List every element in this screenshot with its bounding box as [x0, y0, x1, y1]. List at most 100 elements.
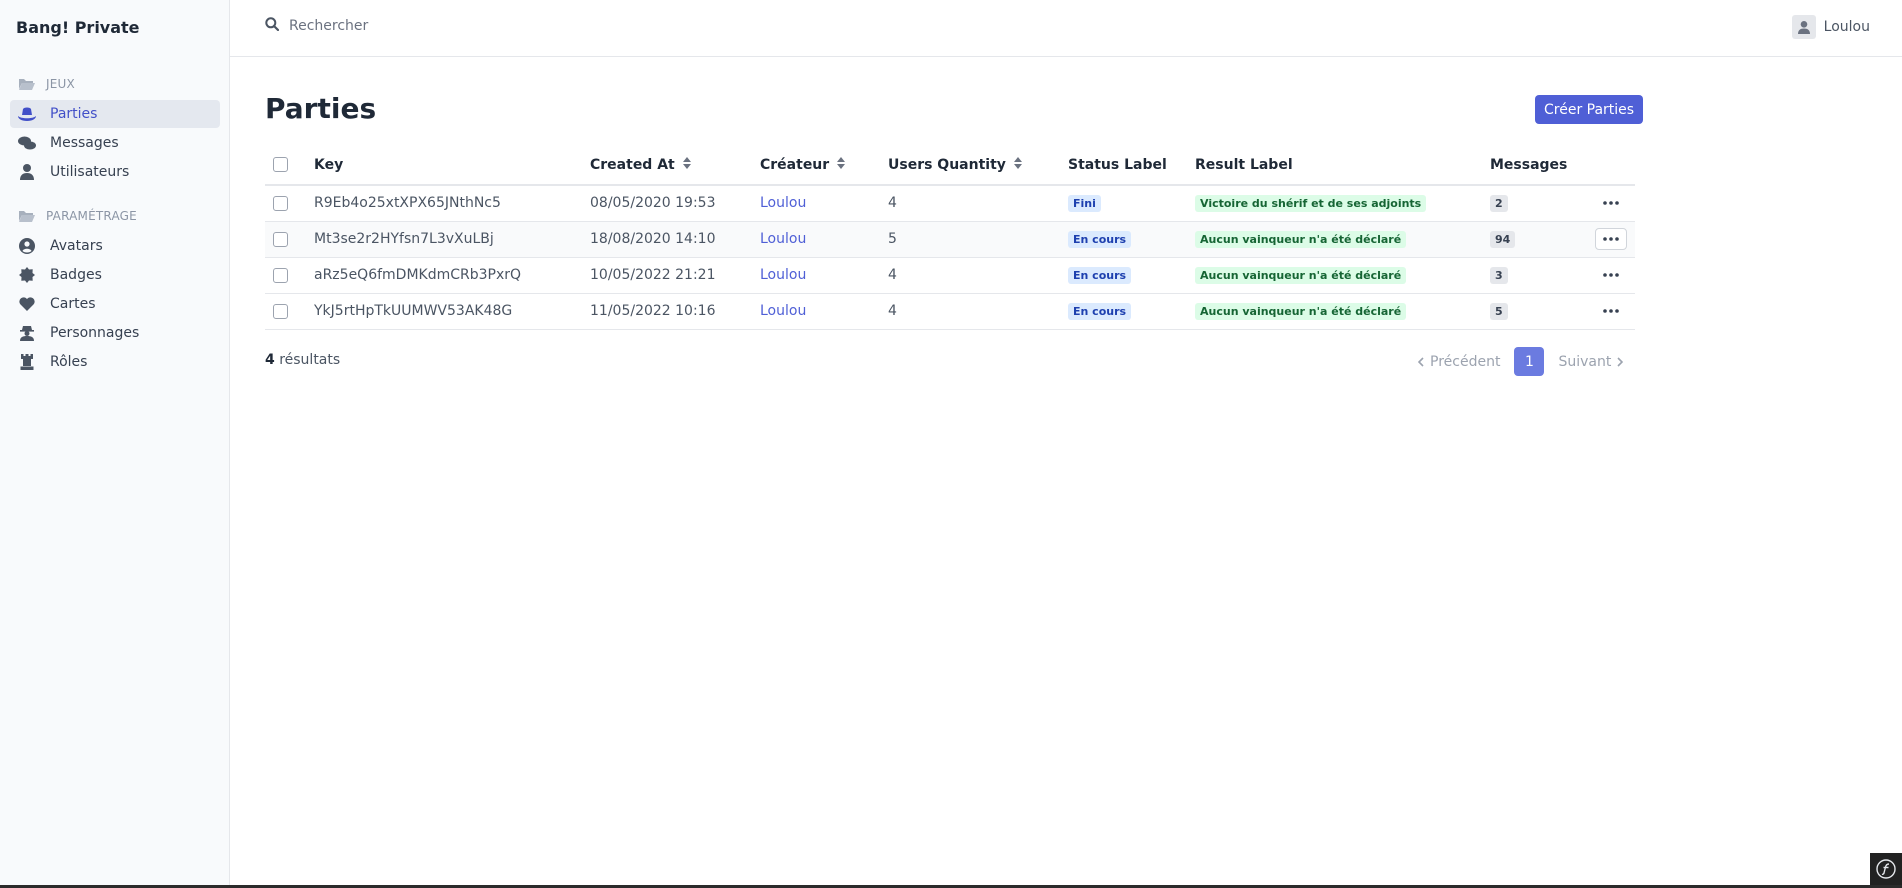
sidebar-item-label: Avatars	[50, 238, 103, 254]
symfony-toolbar-toggle[interactable]	[1870, 853, 1902, 885]
folder-open-icon	[18, 209, 36, 223]
cell-key: Mt3se2r2HYfsn7L3vXuLBj	[314, 221, 590, 258]
cell-status: En cours	[1068, 221, 1195, 258]
cell-key: aRz5eQ6fmDMKdmCRb3PxrQ	[314, 257, 590, 294]
sidebar-item-cartes[interactable]: Cartes	[10, 290, 220, 318]
sidebar-item-roles[interactable]: Rôles	[10, 348, 220, 376]
cell-messages: 5	[1490, 293, 1595, 330]
status-badge: En cours	[1068, 303, 1132, 320]
column-label: Status Label	[1068, 156, 1167, 173]
creator-link[interactable]: Loulou	[760, 303, 806, 319]
more-actions-button[interactable]	[1595, 300, 1627, 322]
cell-created-at: 11/05/2022 10:16	[590, 293, 760, 330]
sidebar-item-avatars[interactable]: Avatars	[10, 232, 220, 260]
page-1-button[interactable]: 1	[1514, 347, 1545, 376]
result-badge: Aucun vainqueur n'a été déclaré	[1195, 267, 1407, 284]
search-icon	[265, 17, 280, 35]
ellipsis-icon	[1603, 309, 1619, 313]
ellipsis-icon	[1603, 201, 1619, 206]
previous-page-button[interactable]: Précédent	[1418, 354, 1500, 370]
messages-count-badge: 2	[1490, 195, 1508, 213]
section-label: JEUX	[46, 77, 75, 91]
brand-title[interactable]: Bang! Private	[16, 18, 140, 37]
ellipsis-icon	[1603, 273, 1619, 277]
table-row[interactable]: aRz5eQ6fmDMKdmCRb3PxrQ 10/05/2022 21:21 …	[265, 257, 1635, 294]
sidebar-item-label: Messages	[50, 135, 119, 151]
sidebar-item-label: Personnages	[50, 325, 140, 341]
cell-messages: 3	[1490, 257, 1595, 294]
sidebar-item-parties[interactable]: Parties	[10, 100, 220, 128]
sidebar: Bang! Private JEUX Parties Messages Util…	[0, 0, 230, 888]
column-key: Key	[314, 145, 590, 186]
column-label: Key	[314, 156, 344, 173]
creator-link[interactable]: Loulou	[760, 267, 806, 283]
search-input[interactable]	[289, 18, 589, 34]
more-actions-button[interactable]	[1595, 192, 1627, 214]
user-menu[interactable]: Loulou	[1791, 15, 1870, 39]
search-box[interactable]	[265, 17, 589, 35]
row-select-cell	[265, 221, 314, 258]
results-count: 4 résultats	[265, 352, 340, 368]
symfony-logo-icon	[1876, 859, 1896, 879]
row-checkbox[interactable]	[273, 231, 288, 247]
table-row[interactable]: Mt3se2r2HYfsn7L3vXuLBj 18/08/2020 14:10 …	[265, 221, 1635, 258]
user-icon	[18, 163, 36, 181]
result-badge: Aucun vainqueur n'a été déclaré	[1195, 303, 1407, 320]
sidebar-item-personnages[interactable]: Personnages	[10, 319, 220, 347]
user-name: Loulou	[1823, 19, 1870, 35]
column-users-quantity[interactable]: Users Quantity	[888, 145, 1068, 186]
sidebar-item-label: Badges	[50, 267, 102, 283]
table-row[interactable]: YkJ5rtHpTkUUMWV53AK48G 11/05/2022 10:16 …	[265, 293, 1635, 330]
select-all-cell	[265, 145, 314, 186]
previous-label: Précédent	[1430, 353, 1501, 370]
cell-key: R9Eb4o25xtXPX65JNthNc5	[314, 185, 590, 222]
select-all-checkbox[interactable]	[273, 157, 288, 172]
next-page-button[interactable]: Suivant	[1558, 353, 1624, 370]
user-secret-icon	[18, 324, 36, 342]
more-actions-button[interactable]	[1595, 264, 1627, 286]
sort-icon[interactable]	[682, 156, 691, 173]
row-checkbox[interactable]	[273, 303, 288, 319]
sidebar-item-label: Utilisateurs	[50, 164, 130, 180]
column-created-at[interactable]: Created At	[590, 145, 760, 186]
cell-creator: Loulou	[760, 221, 888, 258]
chevron-left-icon	[1418, 356, 1424, 367]
results-number: 4	[265, 352, 275, 368]
column-messages: Messages	[1490, 145, 1595, 186]
chevron-right-icon	[1617, 356, 1624, 367]
row-select-cell	[265, 293, 314, 330]
cell-actions	[1595, 257, 1635, 294]
chess-rook-icon	[18, 353, 36, 371]
next-label: Suivant	[1558, 353, 1612, 370]
sort-icon[interactable]	[837, 156, 846, 173]
cell-actions	[1595, 221, 1635, 258]
status-badge: En cours	[1068, 267, 1132, 284]
table-row[interactable]: R9Eb4o25xtXPX65JNthNc5 08/05/2020 19:53 …	[265, 185, 1635, 222]
more-actions-button[interactable]	[1595, 228, 1627, 250]
cell-status: En cours	[1068, 257, 1195, 294]
row-checkbox[interactable]	[273, 195, 288, 211]
column-label: Users Quantity	[888, 156, 1006, 173]
sidebar-item-label: Parties	[50, 106, 98, 122]
creator-link[interactable]: Loulou	[760, 231, 806, 247]
sidebar-item-messages[interactable]: Messages	[10, 129, 220, 157]
row-checkbox[interactable]	[273, 267, 288, 283]
sort-icon[interactable]	[1013, 156, 1022, 173]
table-header-row: Key Created At Créateur Users Quantity S…	[265, 145, 1635, 186]
creator-link[interactable]: Loulou	[760, 195, 806, 211]
result-badge: Aucun vainqueur n'a été déclaré	[1195, 231, 1407, 248]
section-jeux: JEUX	[18, 77, 75, 91]
certificate-icon	[18, 266, 36, 284]
create-parties-button[interactable]: Créer Parties	[1535, 95, 1644, 124]
column-status-label: Status Label	[1068, 145, 1195, 186]
avatar	[1791, 15, 1816, 39]
cell-users-quantity: 4	[888, 257, 1068, 294]
sidebar-item-badges[interactable]: Badges	[10, 261, 220, 289]
column-label: Messages	[1490, 156, 1568, 173]
column-label: Result Label	[1195, 156, 1293, 173]
sidebar-item-utilisateurs[interactable]: Utilisateurs	[10, 158, 220, 186]
column-createur[interactable]: Créateur	[760, 145, 888, 186]
parties-table: Key Created At Créateur Users Quantity S…	[265, 145, 1635, 330]
cell-creator: Loulou	[760, 257, 888, 294]
hat-icon	[18, 105, 36, 123]
